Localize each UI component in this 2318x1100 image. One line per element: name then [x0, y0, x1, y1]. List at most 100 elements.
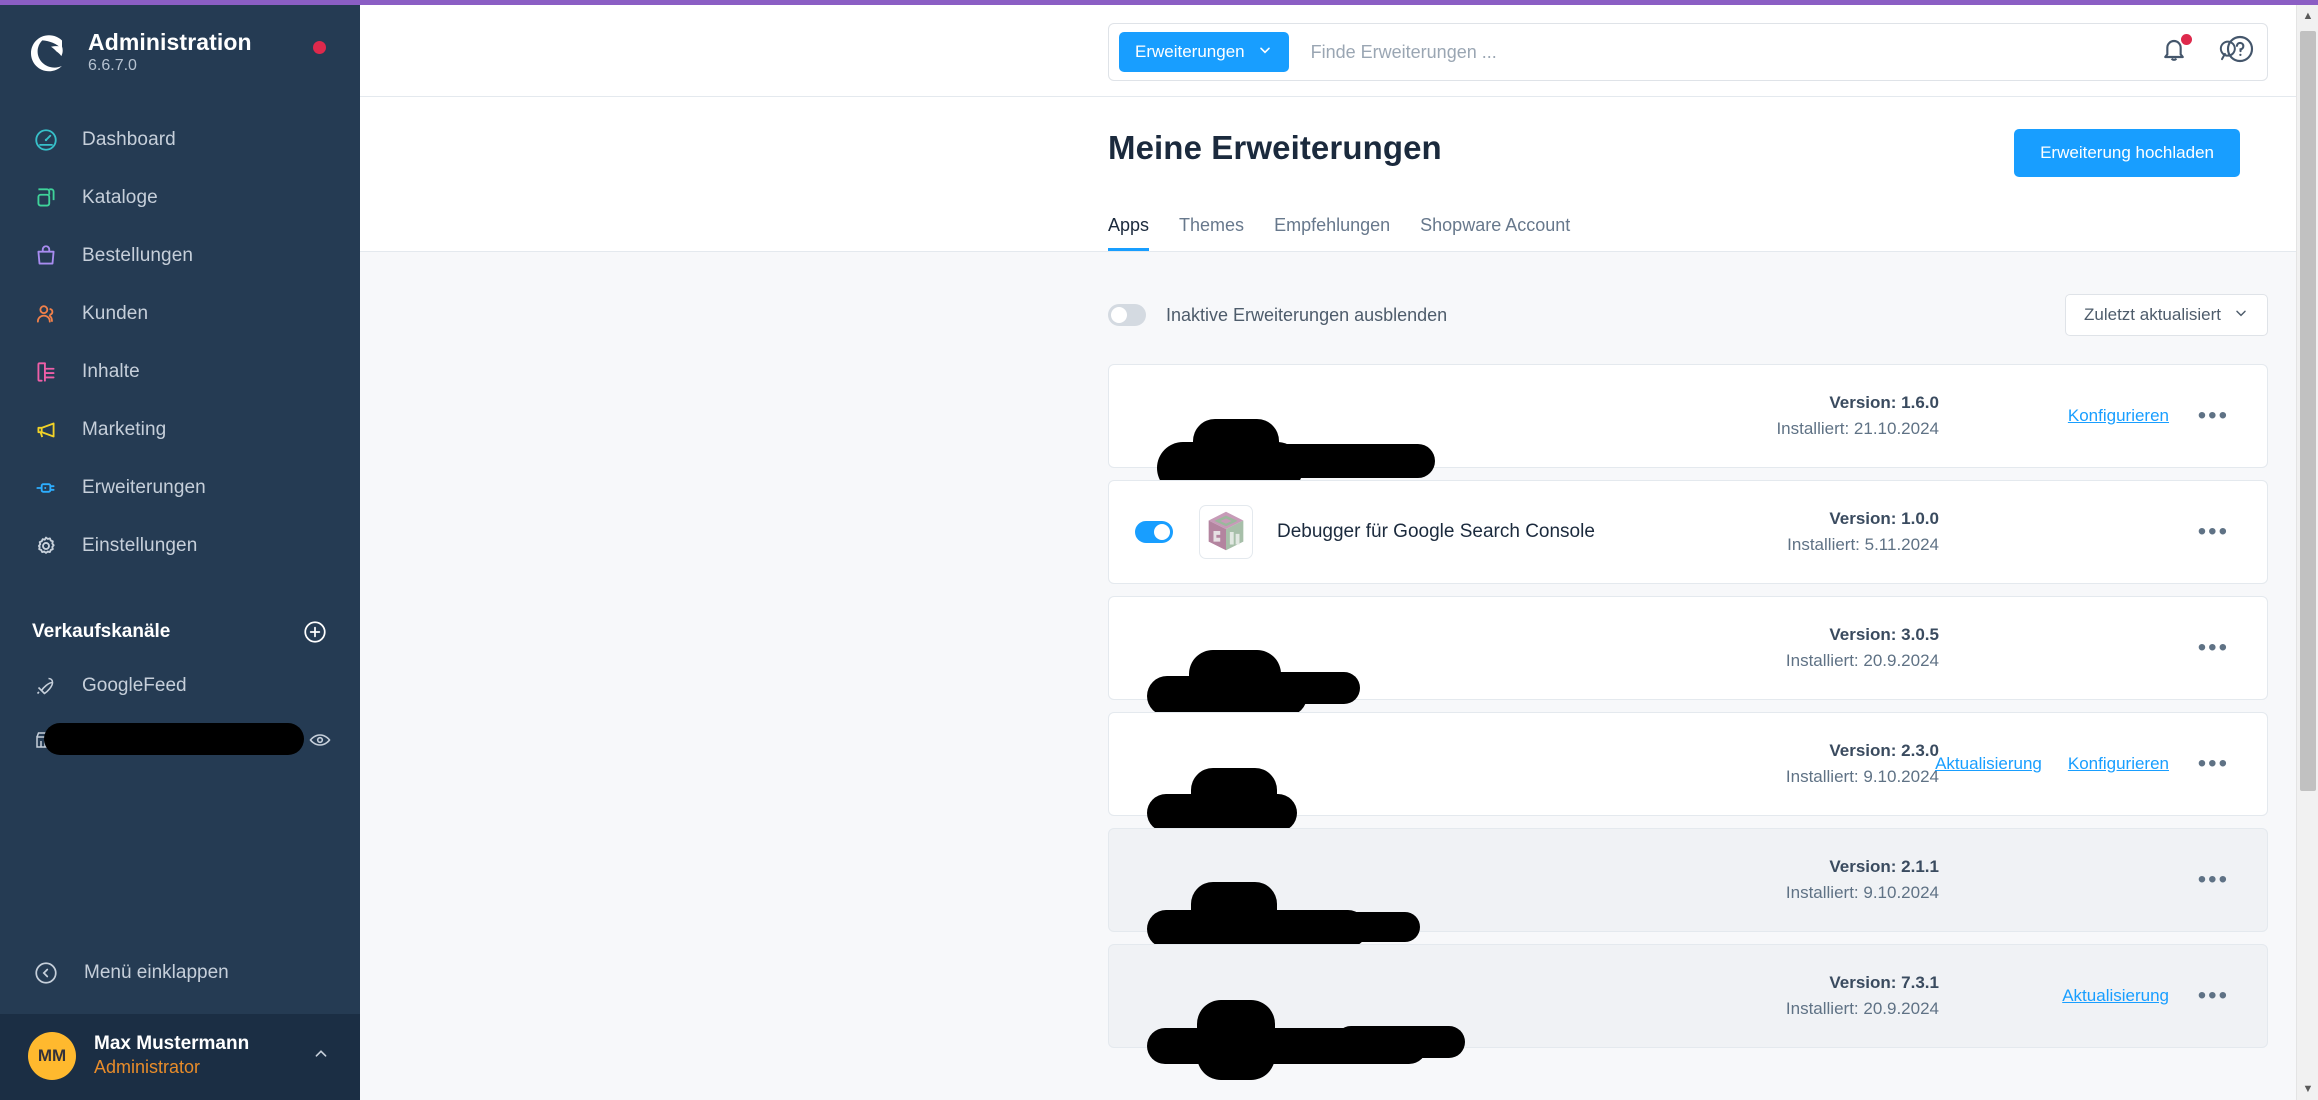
- question-circle-icon[interactable]: [2224, 33, 2258, 67]
- page-scrollbar[interactable]: ▲ ▼: [2296, 5, 2318, 1100]
- sidebar-item-label: Inhalte: [82, 361, 140, 383]
- shopware-logo-icon: [26, 30, 72, 76]
- users-icon: [30, 298, 62, 330]
- brand-title: Administration: [88, 29, 252, 55]
- plug-icon: [30, 472, 62, 504]
- extension-installed: Installiert: 9.10.2024: [1785, 883, 1939, 902]
- configure-link[interactable]: Konfigurieren: [2068, 754, 2169, 774]
- sidebar-item-label: Einstellungen: [82, 535, 198, 557]
- extension-meta: Version: 3.0.5 Installiert: 20.9.2024 ••…: [1669, 622, 2229, 675]
- sort-dropdown[interactable]: Zuletzt aktualisiert: [2065, 294, 2268, 336]
- tab-shopware-account[interactable]: Shopware Account: [1420, 215, 1570, 251]
- extension-row[interactable]: Debugger für Google Search Console Versi…: [1108, 480, 2268, 584]
- extension-installed: Installiert: 21.10.2024: [1776, 419, 1939, 438]
- user-menu[interactable]: MM Max Mustermann Administrator: [0, 1014, 360, 1100]
- extension-version: Version: 1.0.0: [1829, 508, 1939, 528]
- tab-apps[interactable]: Apps: [1108, 215, 1150, 251]
- content-icon: [30, 356, 62, 388]
- global-search: Erweiterungen: [1108, 23, 2268, 81]
- page-title: Meine Erweiterungen: [1108, 129, 1442, 166]
- scrollbar-thumb[interactable]: [2300, 31, 2316, 791]
- extension-meta: Version: 2.1.1 Installiert: 9.10.2024 ••…: [1669, 854, 2229, 907]
- ellipsis-icon[interactable]: •••: [2169, 520, 2229, 543]
- extension-installed: Installiert: 20.9.2024: [1785, 999, 1939, 1018]
- extension-row[interactable]: Version: 2.1.1 Installiert: 9.10.2024 ••…: [1108, 828, 2268, 960]
- sidebar-item-dashboard[interactable]: Dashboard: [0, 111, 360, 169]
- toggle-switch[interactable]: [1108, 304, 1146, 326]
- layers-icon: [30, 182, 62, 214]
- sidebar-item-inhalte[interactable]: Inhalte: [0, 343, 360, 401]
- sidebar-item-erweiterungen[interactable]: Erweiterungen: [0, 459, 360, 517]
- chevron-up-icon[interactable]: [310, 1043, 332, 1070]
- extensions-list: Version: 1.6.0 Installiert: 21.10.2024 K…: [1108, 364, 2268, 1080]
- notification-dot: [2181, 34, 2192, 45]
- user-meta: Max Mustermann Administrator: [94, 1032, 249, 1079]
- upload-extension-button[interactable]: Erweiterung hochladen: [2014, 129, 2240, 177]
- ellipsis-icon[interactable]: •••: [2169, 752, 2229, 775]
- sales-channel-googlefeed[interactable]: GoogleFeed: [0, 659, 360, 713]
- main-area: Erweiterungen Finde Erweiterungen ... Me…: [360, 0, 2318, 1100]
- sales-channels-header: Verkaufskanäle: [0, 575, 360, 659]
- hide-inactive-toggle[interactable]: Inaktive Erweiterungen ausblenden: [1108, 304, 1447, 326]
- extension-row[interactable]: Version: 2.3.0 Installiert: 9.10.2024 Ak…: [1108, 712, 2268, 846]
- extension-active-toggle[interactable]: [1135, 521, 1173, 543]
- sales-channel-label: GoogleFeed: [82, 675, 187, 697]
- collapse-menu-label: Menü einklappen: [84, 962, 229, 983]
- update-link[interactable]: Aktualisierung: [2062, 986, 2169, 1006]
- extension-installed: Installiert: 9.10.2024: [1785, 767, 1939, 786]
- search-scope-button[interactable]: Erweiterungen: [1119, 32, 1289, 72]
- brand-version: 6.6.7.0: [88, 57, 137, 75]
- sidebar-item-label: Bestellungen: [82, 245, 194, 267]
- extension-meta: Version: 1.0.0 Installiert: 5.11.2024 ••…: [1669, 506, 2229, 559]
- ellipsis-icon[interactable]: •••: [2169, 868, 2229, 891]
- sidebar-item-label: Kunden: [82, 303, 149, 325]
- collapse-menu-button[interactable]: Menü einklappen: [0, 942, 360, 1004]
- top-search-bar: Erweiterungen: [360, 5, 2318, 97]
- sidebar-navigation: Dashboard Kataloge Bestellungen Kunden I…: [0, 103, 360, 575]
- search-input[interactable]: [1288, 41, 2215, 63]
- brand-status-dot: [313, 41, 326, 54]
- redaction-blob-extension-6: [1135, 996, 1669, 1100]
- bag-icon: [30, 240, 62, 272]
- extension-identity: Debugger für Google Search Console: [1135, 505, 1669, 559]
- extension-links: Aktualisierung: [1939, 986, 2169, 1006]
- sidebar-item-bestellungen[interactable]: Bestellungen: [0, 227, 360, 285]
- sidebar-item-label: Erweiterungen: [82, 477, 206, 499]
- ellipsis-icon[interactable]: •••: [2169, 404, 2229, 427]
- sidebar-item-kunden[interactable]: Kunden: [0, 285, 360, 343]
- sidebar-item-einstellungen[interactable]: Einstellungen: [0, 517, 360, 575]
- page-header: Meine Erweiterungen Erweiterung hochlade…: [360, 97, 2318, 252]
- extension-versions: Version: 2.3.0 Installiert: 9.10.2024: [1669, 738, 1939, 791]
- bell-icon[interactable]: [2158, 33, 2192, 67]
- extension-version: Version: 2.1.1: [1829, 856, 1939, 876]
- extension-meta: Version: 2.3.0 Installiert: 9.10.2024 Ak…: [1669, 738, 2229, 791]
- filter-row: Inaktive Erweiterungen ausblenden Zuletz…: [1108, 252, 2268, 364]
- configure-link[interactable]: Konfigurieren: [2068, 406, 2169, 426]
- sidebar-item-marketing[interactable]: Marketing: [0, 401, 360, 459]
- eye-icon[interactable]: [308, 728, 332, 752]
- extension-meta: Version: 7.3.1 Installiert: 20.9.2024 Ak…: [1669, 970, 2229, 1023]
- extension-row[interactable]: Version: 3.0.5 Installiert: 20.9.2024 ••…: [1108, 596, 2268, 728]
- extension-links: Aktualisierung Konfigurieren: [1935, 754, 2169, 774]
- extension-versions: Version: 1.6.0 Installiert: 21.10.2024: [1669, 390, 1939, 443]
- brand-header[interactable]: Administration 6.6.7.0: [0, 5, 360, 103]
- sidebar-item-kataloge[interactable]: Kataloge: [0, 169, 360, 227]
- sales-channel-storefront[interactable]: [0, 713, 360, 767]
- scroll-down-arrow[interactable]: ▼: [2297, 1078, 2318, 1100]
- hide-inactive-label: Inaktive Erweiterungen ausblenden: [1166, 304, 1448, 325]
- browser-top-accent-strip: [0, 0, 2318, 5]
- plus-circle-icon[interactable]: [302, 619, 328, 645]
- extension-row[interactable]: Version: 1.6.0 Installiert: 21.10.2024 K…: [1108, 364, 2268, 499]
- tab-themes[interactable]: Themes: [1179, 215, 1244, 251]
- ellipsis-icon[interactable]: •••: [2169, 984, 2229, 1007]
- extension-row[interactable]: Version: 7.3.1 Installiert: 20.9.2024 Ak…: [1108, 944, 2268, 1080]
- user-role: Administrator: [94, 1057, 201, 1078]
- tab-empfehlungen[interactable]: Empfehlungen: [1274, 215, 1390, 251]
- ellipsis-icon[interactable]: •••: [2169, 636, 2229, 659]
- extension-version: Version: 1.6.0: [1829, 392, 1939, 412]
- extension-versions: Version: 1.0.0 Installiert: 5.11.2024: [1669, 506, 1939, 559]
- chevron-down-icon: [1257, 42, 1273, 63]
- scroll-up-arrow[interactable]: ▲: [2297, 5, 2318, 27]
- update-link[interactable]: Aktualisierung: [1935, 754, 2042, 774]
- user-name: Max Mustermann: [94, 1033, 250, 1055]
